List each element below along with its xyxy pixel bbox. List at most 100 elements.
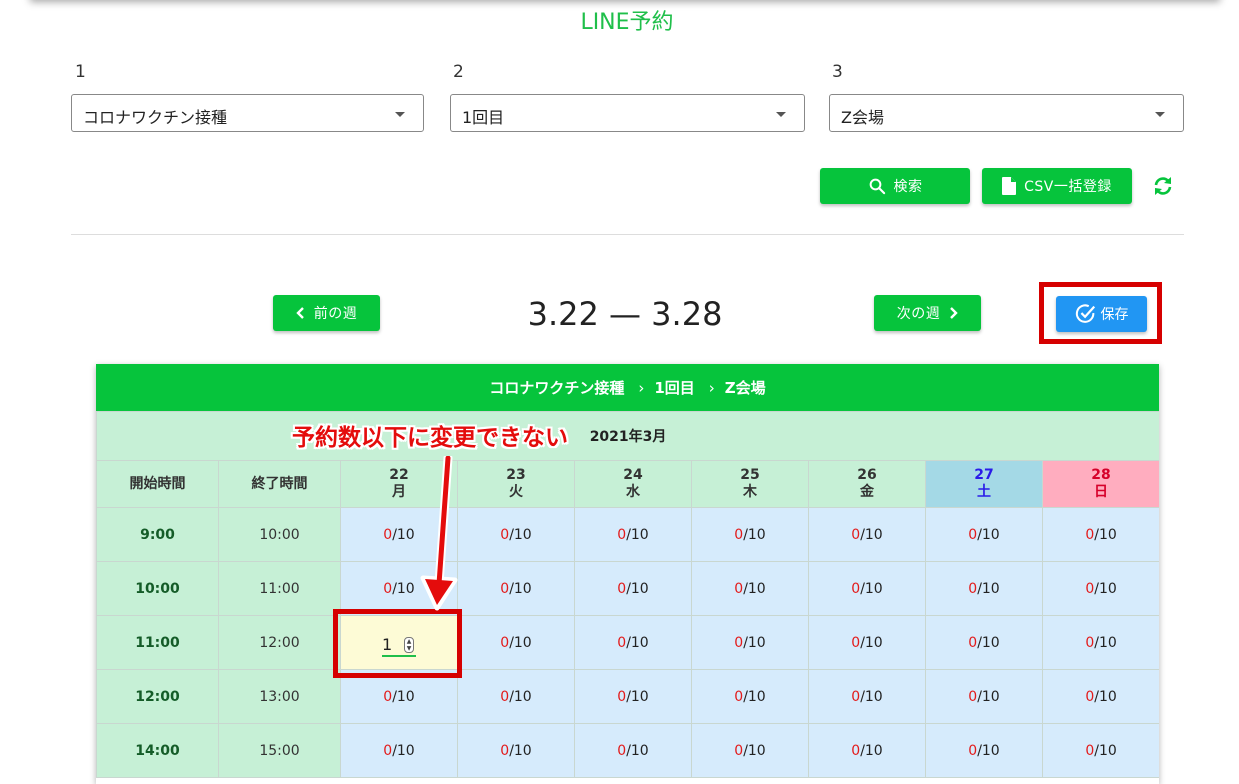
chevron-down-icon [395, 112, 405, 117]
chevron-right-icon: › [708, 378, 715, 397]
chevron-down-icon [1155, 112, 1165, 117]
capacity-count: /10 [743, 526, 766, 543]
slot-cell[interactable]: 0/10 [925, 669, 1043, 724]
booked-count: 0 [383, 580, 393, 597]
slot-cell[interactable]: 0/10 [1041, 723, 1159, 778]
capacity-count: /10 [977, 688, 1000, 705]
slot-cell[interactable]: 0/10 [691, 723, 809, 778]
capacity-count: /10 [977, 634, 1000, 651]
capacity-count: /10 [1094, 688, 1117, 705]
slot-cell[interactable]: 0/10 [457, 723, 575, 778]
capacity-count: /10 [860, 634, 883, 651]
csv-button-label: CSV一括登録 [1024, 179, 1112, 195]
next-week-button[interactable]: 次の週 [874, 295, 981, 331]
day-weekday: 日 [1094, 484, 1109, 500]
slot-cell[interactable]: 0/10 [1041, 507, 1159, 562]
start-time-cell: 14:00 [96, 723, 219, 778]
slot-cell[interactable]: 0/10 [1041, 561, 1159, 616]
table-row: 12:00 13:00 0/10 0/10 0/10 0/10 0/10 0/10 0/10 [96, 669, 1159, 724]
capacity-count: /10 [743, 580, 766, 597]
slot-cell[interactable]: 0/10 [808, 723, 926, 778]
day-header-sunday: 28 日 [1041, 460, 1159, 508]
capacity-count: /10 [509, 742, 532, 759]
slot-cell[interactable]: 0/10 [574, 507, 692, 562]
table-row: 9:00 10:00 0/10 0/10 0/10 0/10 0/10 0/10 0/10 [96, 507, 1159, 562]
day-weekday: 金 [860, 484, 874, 500]
slot-cell[interactable]: 0/10 [925, 723, 1043, 778]
prev-week-button[interactable]: 前の週 [273, 295, 380, 331]
capacity-count: /10 [743, 688, 766, 705]
next-week-label: 次の週 [896, 306, 941, 322]
venue-select-value: Z会場 [841, 108, 884, 127]
slot-cell[interactable]: 0/10 [691, 507, 809, 562]
file-icon [1002, 177, 1017, 195]
slot-cell[interactable]: 0/10 [340, 723, 458, 778]
day-date: 26 [857, 467, 877, 483]
capacity-count: /10 [392, 742, 415, 759]
slot-cell[interactable]: 0/10 [691, 561, 809, 616]
table-row: 14:00 15:00 0/10 0/10 0/10 0/10 0/10 0/10 0/10 [96, 723, 1159, 778]
slot-cell[interactable]: 0/10 [808, 507, 926, 562]
save-button[interactable]: 保存 [1056, 296, 1147, 332]
slot-cell[interactable]: 0/10 [808, 615, 926, 670]
search-icon [869, 178, 885, 195]
end-time-cell: 12:00 [218, 615, 341, 670]
slot-cell[interactable]: 0/10 [1041, 669, 1159, 724]
booked-count: 0 [851, 742, 861, 759]
dose-select[interactable]: 1回目 [450, 94, 805, 132]
slot-cell[interactable]: 0/10 [925, 507, 1043, 562]
slot-cell[interactable]: 0/10 [457, 507, 575, 562]
capacity-count: /10 [509, 526, 532, 543]
slot-cell[interactable]: 0/10 [457, 669, 575, 724]
breadcrumb-venue: Z会場 [724, 379, 766, 397]
slot-cell[interactable]: 0/10 [808, 669, 926, 724]
slot-cell[interactable]: 0/10 [925, 615, 1043, 670]
slot-cell[interactable]: 0/10 [457, 561, 575, 616]
booked-count: 0 [734, 742, 744, 759]
slot-cell[interactable]: 0/10 [457, 615, 575, 670]
capacity-count: /10 [977, 580, 1000, 597]
filter-label-2: 2 [453, 62, 464, 82]
day-date: 24 [623, 467, 643, 483]
booked-count: 0 [734, 526, 744, 543]
save-label: 保存 [1100, 307, 1129, 323]
booked-count: 0 [500, 580, 510, 597]
slot-cell[interactable]: 0/10 [925, 561, 1043, 616]
day-weekday: 木 [743, 484, 757, 500]
search-button[interactable]: 検索 [820, 168, 970, 204]
booked-count: 0 [617, 742, 627, 759]
slot-cell[interactable]: 0/10 [574, 615, 692, 670]
csv-upload-button[interactable]: CSV一括登録 [982, 168, 1132, 204]
week-range: 3.22 — 3.28 [527, 295, 723, 333]
booked-count: 0 [968, 688, 978, 705]
booked-count: 0 [1085, 742, 1095, 759]
reservation-calendar: コロナワクチン接種 › 1回目 › Z会場 2021年3月 開始時間 終了時間 … [96, 364, 1159, 784]
slot-cell[interactable]: 0/10 [574, 669, 692, 724]
day-date: 25 [740, 467, 760, 483]
chevron-right-icon [950, 307, 958, 319]
booked-count: 0 [968, 634, 978, 651]
filter-label-1: 1 [75, 62, 86, 82]
slot-cell[interactable]: 0/10 [691, 615, 809, 670]
day-weekday: 火 [509, 484, 523, 500]
dose-select-value: 1回目 [462, 108, 505, 127]
booked-count: 0 [383, 742, 393, 759]
header-start-time: 開始時間 [96, 460, 219, 508]
booked-count: 0 [383, 688, 393, 705]
slot-cell[interactable]: 0/10 [574, 561, 692, 616]
refresh-icon[interactable] [1151, 174, 1175, 198]
divider [71, 234, 1184, 235]
booked-count: 0 [500, 526, 510, 543]
menu-select[interactable]: コロナワクチン接種 [71, 94, 424, 132]
slot-cell[interactable]: 0/10 [574, 723, 692, 778]
slot-cell[interactable]: 0/10 [808, 561, 926, 616]
end-time-cell: 11:00 [218, 561, 341, 616]
slot-cell[interactable]: 0/10 [1041, 615, 1159, 670]
slot-cell[interactable]: 0/10 [691, 669, 809, 724]
capacity-count: /10 [509, 688, 532, 705]
day-header: 26 金 [808, 460, 926, 508]
booked-count: 0 [968, 580, 978, 597]
start-time-cell: 9:00 [96, 507, 219, 562]
booked-count: 0 [383, 526, 393, 543]
venue-select[interactable]: Z会場 [829, 94, 1184, 132]
